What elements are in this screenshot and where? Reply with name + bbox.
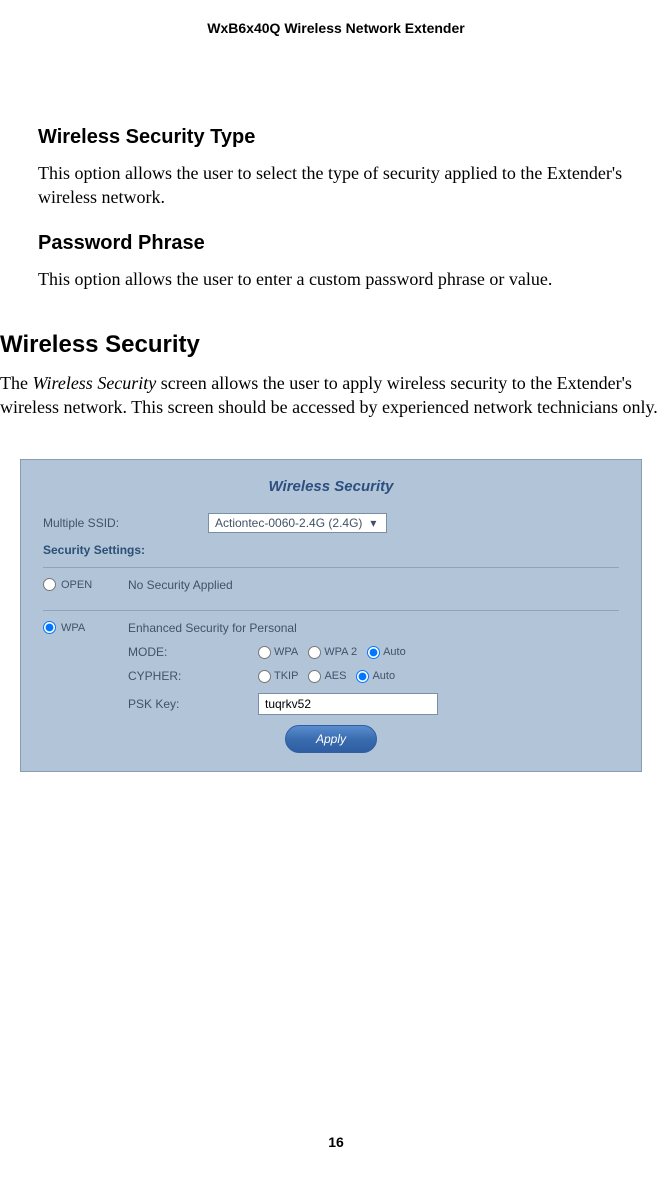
psk-row: PSK Key: <box>128 693 619 715</box>
password-phrase-heading: Password Phrase <box>38 232 662 255</box>
mode-wpa2-text: WPA 2 <box>324 646 357 658</box>
cypher-auto-option[interactable]: Auto <box>356 670 395 683</box>
cypher-tkip-radio[interactable] <box>258 670 271 683</box>
cypher-label: CYPHER: <box>128 669 258 683</box>
cypher-row: CYPHER: TKIP AES Auto <box>128 669 619 683</box>
psk-label: PSK Key: <box>128 697 258 711</box>
wireless-security-body: The Wireless Security screen allows the … <box>0 371 662 420</box>
ws-body-italic: Wireless Security <box>32 373 156 393</box>
cypher-auto-radio[interactable] <box>356 670 369 683</box>
cypher-aes-radio[interactable] <box>308 670 321 683</box>
mode-wpa-radio[interactable] <box>258 646 271 659</box>
wpa-desc: Enhanced Security for Personal <box>128 621 619 635</box>
multiple-ssid-label: Multiple SSID: <box>43 516 208 530</box>
wpa-details: MODE: WPA WPA 2 Auto CYPHER: T <box>43 645 619 715</box>
mode-wpa-option[interactable]: WPA <box>258 646 298 659</box>
open-desc: No Security Applied <box>128 578 619 592</box>
apply-button[interactable]: Apply <box>285 725 377 753</box>
ssid-row: Multiple SSID: Actiontec-0060-2.4G (2.4G… <box>43 513 619 533</box>
mode-auto-option[interactable]: Auto <box>367 646 406 659</box>
apply-row: Apply <box>43 725 619 753</box>
page-number: 16 <box>0 1134 672 1150</box>
wpa-label: WPA <box>61 622 85 634</box>
security-type-body: This option allows the user to select th… <box>38 161 662 210</box>
ssid-dropdown[interactable]: Actiontec-0060-2.4G (2.4G) ▾ <box>208 513 387 533</box>
wireless-security-heading: Wireless Security <box>0 331 662 359</box>
mode-wpa2-option[interactable]: WPA 2 <box>308 646 357 659</box>
mode-wpa-text: WPA <box>274 646 298 658</box>
wpa-block: WPA Enhanced Security for Personal <box>43 621 619 635</box>
open-radio[interactable] <box>43 578 56 591</box>
panel-title: Wireless Security <box>43 478 619 495</box>
wpa-radio-col: WPA <box>43 621 128 634</box>
mode-auto-radio[interactable] <box>367 646 380 659</box>
wireless-security-panel: Wireless Security Multiple SSID: Actiont… <box>20 459 642 772</box>
divider <box>43 610 619 611</box>
security-settings-label: Security Settings: <box>43 543 208 557</box>
mode-auto-text: Auto <box>383 646 406 658</box>
wpa-radio[interactable] <box>43 621 56 634</box>
mode-row: MODE: WPA WPA 2 Auto <box>128 645 619 659</box>
ws-body-prefix: The <box>0 373 32 393</box>
cypher-auto-text: Auto <box>372 670 395 682</box>
ssid-selected: Actiontec-0060-2.4G (2.4G) <box>215 516 362 530</box>
mode-label: MODE: <box>128 645 258 659</box>
chevron-down-icon: ▾ <box>366 516 380 530</box>
page-header: WxB6x40Q Wireless Network Extender <box>0 0 672 36</box>
security-settings-row: Security Settings: <box>43 543 619 557</box>
cypher-aes-text: AES <box>324 670 346 682</box>
password-phrase-body: This option allows the user to enter a c… <box>38 267 662 291</box>
divider <box>43 567 619 568</box>
header-title: WxB6x40Q Wireless Network Extender <box>207 20 464 36</box>
open-block: OPEN No Security Applied <box>43 578 619 592</box>
cypher-aes-option[interactable]: AES <box>308 670 346 683</box>
page-content: Wireless Security Type This option allow… <box>0 126 672 772</box>
open-label: OPEN <box>61 579 92 591</box>
security-type-heading: Wireless Security Type <box>38 126 662 149</box>
mode-wpa2-radio[interactable] <box>308 646 321 659</box>
cypher-tkip-text: TKIP <box>274 670 298 682</box>
psk-input[interactable] <box>258 693 438 715</box>
open-radio-col: OPEN <box>43 578 128 591</box>
cypher-tkip-option[interactable]: TKIP <box>258 670 298 683</box>
